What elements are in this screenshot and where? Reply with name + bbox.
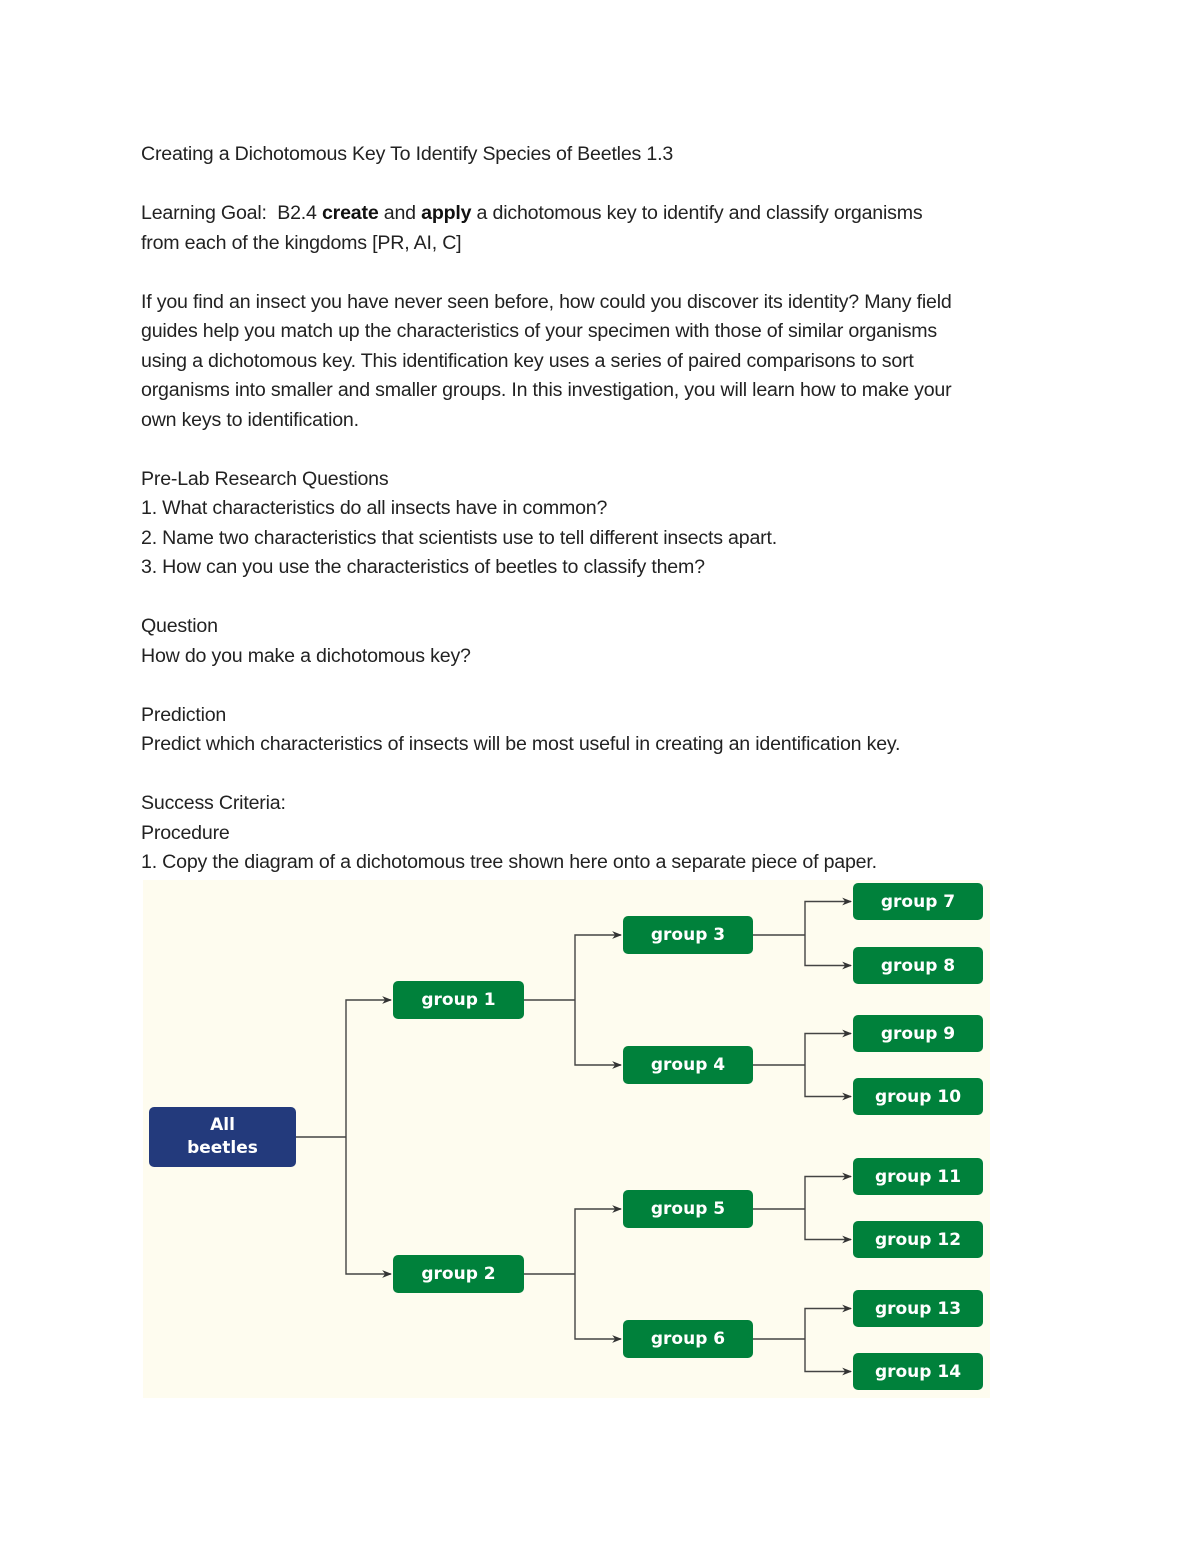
connector-arrow bbox=[804, 1304, 852, 1339]
procedure-heading: Procedure bbox=[141, 821, 230, 844]
intro-line: guides help you match up the characteris… bbox=[141, 320, 938, 342]
connector-arrow bbox=[804, 1209, 852, 1244]
learning-goal: Learning Goal: B2.4 create and apply a d… bbox=[141, 199, 1071, 229]
procedure-step: 1. Copy the diagram of a dichotomous tre… bbox=[141, 851, 877, 873]
connector-arrow bbox=[804, 1172, 852, 1209]
intro-line: own keys to identification. bbox=[141, 408, 359, 431]
prelab-question: 3. How can you use the characteristics o… bbox=[141, 556, 705, 578]
connector-arrow bbox=[804, 897, 852, 935]
intro-line: If you find an insect you have never see… bbox=[141, 290, 952, 313]
learning-goal-apply: apply bbox=[421, 202, 472, 224]
learning-goal-prefix: Learning Goal: B2.4 bbox=[141, 202, 322, 224]
node-group-7: group 7 bbox=[853, 883, 983, 920]
node-group-4: group 4 bbox=[623, 1046, 753, 1084]
node-all-beetles: All beetles bbox=[149, 1107, 296, 1167]
node-group-6: group 6 bbox=[623, 1320, 753, 1358]
question-text: How do you make a dichotomous key? bbox=[141, 644, 471, 667]
connector-arrow bbox=[574, 1000, 622, 1069]
node-group-10: group 10 bbox=[853, 1078, 983, 1115]
node-group-12: group 12 bbox=[853, 1221, 983, 1258]
connector-arrow bbox=[574, 1274, 622, 1343]
learning-goal-create: create bbox=[321, 202, 379, 224]
connector-arrow bbox=[804, 1339, 852, 1376]
node-group-8: group 8 bbox=[853, 947, 983, 984]
connector-arrow bbox=[804, 935, 852, 970]
learning-goal-line2: from each of the kingdoms [PR, AI, C] bbox=[141, 231, 462, 254]
node-group-2: group 2 bbox=[393, 1255, 524, 1293]
intro-line: using a dichotomous key. This identifica… bbox=[141, 349, 914, 372]
connector-arrow bbox=[574, 1205, 622, 1274]
dichotomous-tree-diagram: All beetles group 1 group 2 group 3 group… bbox=[143, 880, 990, 1398]
node-group-13: group 13 bbox=[853, 1290, 983, 1327]
prediction-heading: Prediction bbox=[141, 703, 227, 726]
question-heading: Question bbox=[141, 615, 218, 637]
node-group-11: group 11 bbox=[853, 1158, 983, 1195]
connector-arrow bbox=[345, 1137, 392, 1278]
node-group-1: group 1 bbox=[393, 981, 524, 1019]
node-group-3: group 3 bbox=[623, 916, 753, 954]
prelab-question: 2. Name two characteristics that scienti… bbox=[141, 526, 777, 549]
prelab-question: 1. What characteristics do all insects h… bbox=[141, 497, 608, 519]
connector-arrow bbox=[345, 996, 392, 1137]
root-label-line2: beetles bbox=[187, 1138, 258, 1158]
node-group-14: group 14 bbox=[853, 1353, 983, 1390]
connector-arrow bbox=[804, 1029, 852, 1065]
connector-arrow bbox=[804, 1065, 852, 1101]
learning-goal-mid: and bbox=[378, 202, 422, 224]
node-group-9: group 9 bbox=[853, 1015, 983, 1052]
learning-goal-suffix: a dichotomous key to identify and classi… bbox=[471, 202, 923, 224]
document-title: Creating a Dichotomous Key To Identify S… bbox=[141, 143, 674, 165]
document-body: Creating a Dichotomous Key To Identify S… bbox=[141, 140, 1071, 878]
root-label-line1: All bbox=[210, 1115, 235, 1135]
prelab-heading: Pre-Lab Research Questions bbox=[141, 467, 389, 490]
prediction-text: Predict which characteristics of insects… bbox=[141, 733, 901, 755]
success-criteria-heading: Success Criteria: bbox=[141, 792, 286, 814]
node-group-5: group 5 bbox=[623, 1190, 753, 1228]
connector-arrow bbox=[574, 931, 622, 1000]
intro-line: organisms into smaller and smaller group… bbox=[141, 379, 952, 401]
